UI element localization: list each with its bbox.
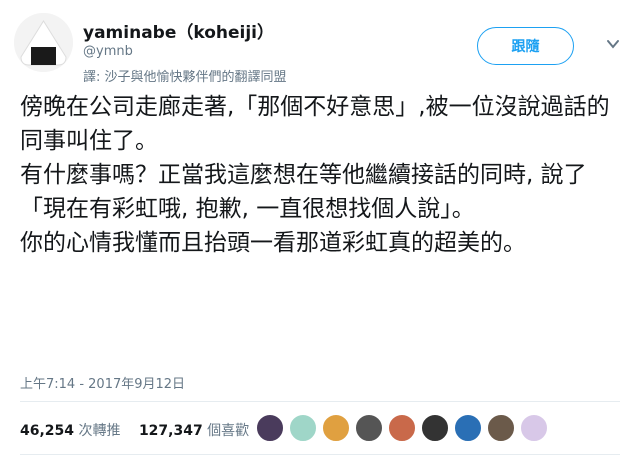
retweets-stat[interactable]: 46,254 次轉推 xyxy=(20,423,120,439)
tweet-stats: 46,254 次轉推 127,347 個喜歡 xyxy=(20,420,263,440)
liker-avatar-5[interactable] xyxy=(388,414,416,442)
liker-avatar-6[interactable] xyxy=(421,414,449,442)
likes-label: 個喜歡 xyxy=(207,423,250,439)
tweet-text: 傍晚在公司走廊走著,「那個不好意思」,被一位沒說過話的同事叫住了。 有什麼事嗎？… xyxy=(20,94,610,256)
chevron-down-icon[interactable] xyxy=(605,36,621,52)
author-handle[interactable]: @ymnb xyxy=(83,44,133,59)
retweets-count: 46,254 xyxy=(20,423,75,439)
liker-avatar-1[interactable] xyxy=(256,414,284,442)
author-avatar[interactable] xyxy=(14,13,73,72)
follow-button[interactable]: 跟隨 xyxy=(477,27,574,65)
tweet-timestamp[interactable]: 上午7:14 - 2017年9月12日 xyxy=(20,373,185,392)
retweets-label: 次轉推 xyxy=(78,423,121,439)
liker-avatar-2[interactable] xyxy=(289,414,317,442)
translation-credit: 譯: 沙子與他愉快夥伴們的翻譯同盟 xyxy=(83,70,287,85)
liker-avatar-9[interactable] xyxy=(520,414,548,442)
divider xyxy=(20,401,620,402)
liker-avatar-3[interactable] xyxy=(322,414,350,442)
liker-avatar-4[interactable] xyxy=(355,414,383,442)
liker-avatar-7[interactable] xyxy=(454,414,482,442)
likers-avatars xyxy=(256,414,553,444)
likes-count: 127,347 xyxy=(138,423,203,439)
liker-avatar-8[interactable] xyxy=(487,414,515,442)
likes-stat[interactable]: 127,347 個喜歡 xyxy=(139,423,249,439)
divider xyxy=(20,454,620,455)
author-display-name[interactable]: yaminabe（koheiji） xyxy=(83,18,274,43)
